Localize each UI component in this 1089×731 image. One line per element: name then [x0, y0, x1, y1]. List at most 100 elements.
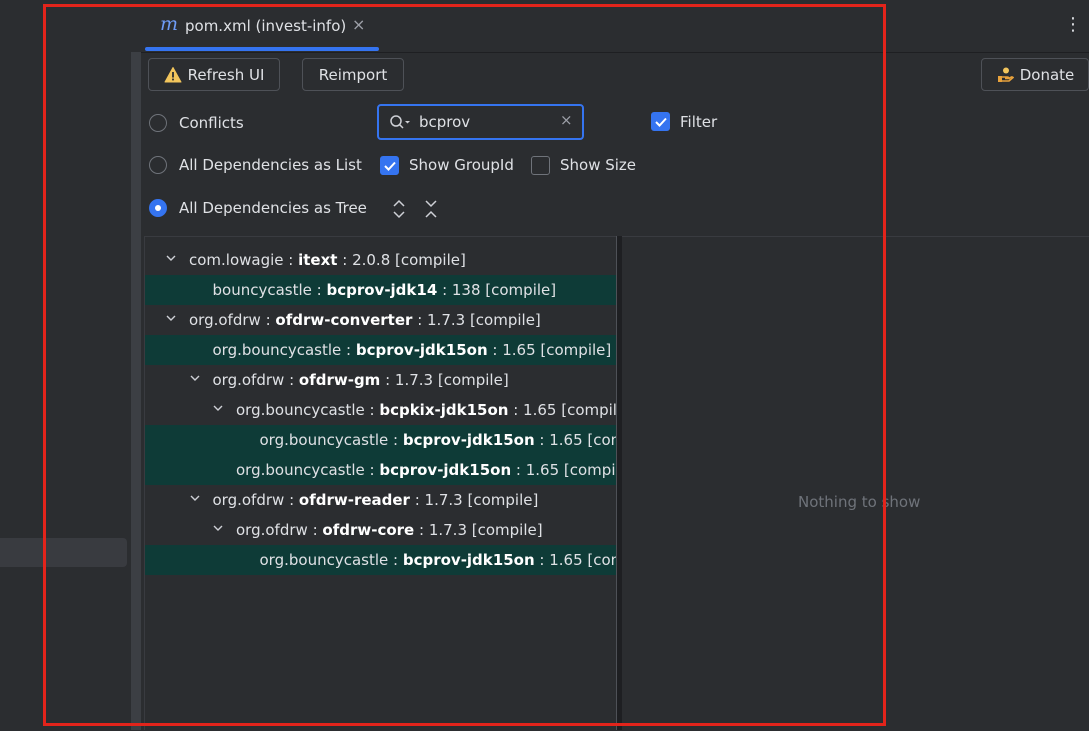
tree-node[interactable]: bouncycastle : bcprov-jdk14 : 138 [compi…: [145, 275, 616, 305]
search-input[interactable]: [419, 112, 549, 132]
group-id: bouncycastle: [212, 281, 312, 299]
left-panel-selected-item[interactable]: [0, 538, 127, 567]
show-groupid-label: Show GroupId: [409, 156, 514, 174]
version-scope: : 1.65 [comp: [539, 551, 616, 569]
tree-mode-label: All Dependencies as Tree: [179, 199, 367, 217]
list-mode-label: All Dependencies as List: [179, 156, 362, 174]
separator: :: [283, 251, 299, 269]
more-options-icon[interactable]: ⋮: [1064, 14, 1082, 35]
refresh-ui-button[interactable]: Refresh UI: [148, 58, 280, 91]
collapse-all-icon[interactable]: [423, 199, 439, 219]
version-scope: : 1.65 [compile]: [515, 461, 616, 479]
show-groupid-checkbox[interactable]: [380, 156, 399, 175]
group-id: org.ofdrw: [212, 491, 285, 509]
version-scope: : 1.7.3 [compile]: [385, 371, 509, 389]
group-id: com.lowagie: [189, 251, 284, 269]
tree-node-label: org.ofdrw : ofdrw-core : 1.7.3 [compile]: [236, 521, 543, 539]
version-scope: : 1.65 [compile]: [513, 401, 616, 419]
tab-title: pom.xml (invest-info): [185, 17, 347, 35]
artifact-id: bcprov-jdk15on: [379, 461, 512, 479]
chevron-down-icon[interactable]: [212, 522, 224, 534]
show-size-checkbox[interactable]: [531, 156, 550, 175]
donate-label: Donate: [1019, 65, 1075, 84]
tree-node-label: org.bouncycastle : bcprov-jdk15on : 1.65…: [260, 551, 617, 569]
active-tab-indicator: [145, 47, 379, 51]
version-scope: : 2.0.8 [compile]: [342, 251, 466, 269]
group-id: org.bouncycastle: [236, 401, 365, 419]
chevron-down-icon[interactable]: [189, 372, 201, 384]
version-scope: : 1.7.3 [compile]: [419, 521, 543, 539]
artifact-id: ofdrw-reader: [298, 491, 410, 509]
warning-icon: [164, 66, 182, 82]
version-scope: : 1.65 [compile]: [492, 341, 612, 359]
artifact-id: ofdrw-gm: [298, 371, 381, 389]
tab-pom-xml[interactable]: m pom.xml (invest-info) ×: [145, 0, 379, 52]
chevron-down-icon[interactable]: [165, 252, 177, 264]
separator: :: [284, 491, 299, 509]
tree-node[interactable]: org.ofdrw : ofdrw-converter : 1.7.3 [com…: [145, 305, 616, 335]
artifact-id: itext: [298, 251, 338, 269]
tree-node[interactable]: org.bouncycastle : bcprov-jdk15on : 1.65…: [145, 545, 616, 575]
chevron-down-icon[interactable]: [189, 492, 201, 504]
tree-node[interactable]: com.lowagie : itext : 2.0.8 [compile]: [145, 245, 616, 275]
list-mode-radio[interactable]: [149, 156, 167, 174]
group-id: org.bouncycastle: [259, 431, 389, 449]
tree-node[interactable]: org.bouncycastle : bcpkix-jdk15on : 1.65…: [145, 395, 616, 425]
maven-file-icon: m: [160, 13, 179, 35]
reimport-button[interactable]: Reimport: [302, 58, 404, 91]
artifact-id: bcprov-jdk14: [326, 281, 438, 299]
tree-node-label: org.bouncycastle : bcprov-jdk15on : 1.65…: [260, 431, 617, 449]
artifact-id: bcpkix-jdk15on: [379, 401, 509, 419]
donate-icon: [997, 67, 1014, 82]
search-icon[interactable]: [389, 114, 411, 132]
artifact-id: bcprov-jdk15on: [402, 431, 535, 449]
tree-node-label: org.bouncycastle : bcprov-jdk15on : 1.65…: [236, 461, 616, 479]
dependency-tree[interactable]: com.lowagie : itext : 2.0.8 [compile] bou…: [145, 236, 616, 731]
tree-node[interactable]: org.bouncycastle : bcprov-jdk15on : 1.65…: [145, 425, 616, 455]
show-size-label: Show Size: [560, 156, 637, 174]
version-scope: : 1.7.3 [compile]: [414, 491, 539, 509]
left-tool-panel: [0, 0, 131, 730]
expand-all-icon[interactable]: [391, 199, 407, 219]
separator: :: [388, 551, 403, 569]
refresh-ui-label: Refresh UI: [187, 65, 265, 84]
version-scope: : 138 [compile]: [442, 281, 557, 299]
version-scope: : 1.7.3 [compile]: [417, 311, 541, 329]
separator: :: [284, 371, 299, 389]
donate-button[interactable]: Donate: [981, 58, 1089, 91]
tree-node[interactable]: org.bouncycastle : bcprov-jdk15on : 1.65…: [145, 455, 616, 485]
filter-label: Filter: [680, 113, 718, 131]
tree-node-label: org.ofdrw : ofdrw-converter : 1.7.3 [com…: [189, 311, 541, 329]
conflicts-label: Conflicts: [179, 114, 244, 132]
tree-node[interactable]: org.ofdrw : ofdrw-core : 1.7.3 [compile]: [145, 515, 616, 545]
close-icon[interactable]: ×: [352, 15, 365, 34]
left-panel-scrollbar[interactable]: [131, 52, 141, 730]
tree-node-label: bouncycastle : bcprov-jdk14 : 138 [compi…: [213, 281, 557, 299]
conflicts-radio[interactable]: [149, 114, 167, 132]
separator: :: [307, 521, 323, 539]
tree-node[interactable]: org.bouncycastle : bcprov-jdk15on : 1.65…: [145, 335, 616, 365]
separator: :: [260, 311, 276, 329]
tree-mode-radio[interactable]: [149, 199, 167, 217]
chevron-down-icon[interactable]: [212, 402, 224, 414]
group-id: org.ofdrw: [189, 311, 261, 329]
clear-search-icon[interactable]: ×: [560, 111, 573, 129]
separator: :: [364, 461, 380, 479]
group-id: org.bouncycastle: [236, 461, 365, 479]
checkmark-icon: [384, 161, 396, 171]
group-id: org.bouncycastle: [212, 341, 342, 359]
tree-node[interactable]: org.ofdrw : ofdrw-reader : 1.7.3 [compil…: [145, 485, 616, 515]
detail-panel: Nothing to show: [622, 236, 1089, 731]
separator: :: [364, 401, 380, 419]
artifact-id: bcprov-jdk15on: [355, 341, 488, 359]
separator: :: [311, 281, 327, 299]
reimport-label: Reimport: [318, 65, 388, 84]
filter-checkbox[interactable]: [651, 112, 670, 131]
artifact-id: ofdrw-core: [322, 521, 415, 539]
tree-node-label: com.lowagie : itext : 2.0.8 [compile]: [189, 251, 466, 269]
checkmark-icon: [655, 117, 667, 127]
tree-node[interactable]: org.ofdrw : ofdrw-gm : 1.7.3 [compile]: [145, 365, 616, 395]
chevron-down-icon[interactable]: [165, 312, 177, 324]
tree-node-label: org.ofdrw : ofdrw-gm : 1.7.3 [compile]: [213, 371, 509, 389]
search-field[interactable]: ×: [377, 104, 584, 140]
